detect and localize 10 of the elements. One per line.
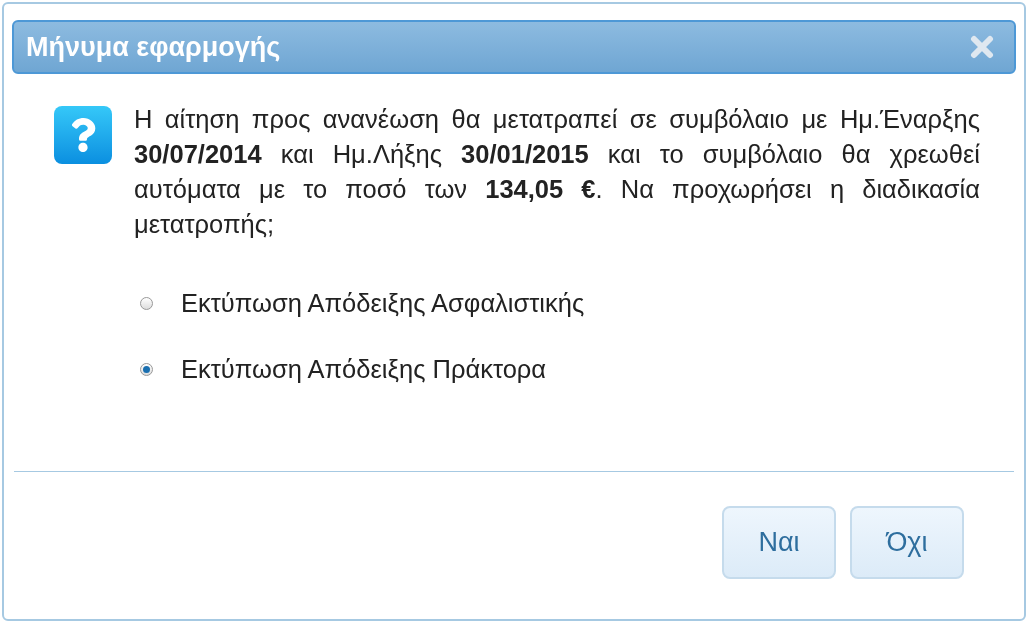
message-text: Η αίτηση προς ανανέωση θα μετατραπεί σε συμβόλαιο με Ημ.Έναρξης 30/07/2014 και Ημ.Λήξης 30/01/2015 και το συμβόλαιο θα χρεωθεί αυτόματα με το ποσό των 134,05 €. Να προχωρήσει η διαδικασία μετατροπής; <box>134 104 980 240</box>
option-label: Εκτύπωση Απόδειξης Πράκτορα <box>181 354 547 386</box>
dialog-button[interactable]: Όχι <box>850 506 964 579</box>
window-title: Μήνυμα εφαρμογής <box>26 30 281 64</box>
option-label: Εκτύπωση Απόδειξης Ασφαλιστικής <box>181 288 585 319</box>
question-icon <box>54 106 112 164</box>
close-icon[interactable] <box>970 35 994 59</box>
radio-button[interactable] <box>140 296 153 310</box>
dialog-button[interactable]: Ναι <box>722 506 836 579</box>
radio-button[interactable] <box>140 362 153 376</box>
